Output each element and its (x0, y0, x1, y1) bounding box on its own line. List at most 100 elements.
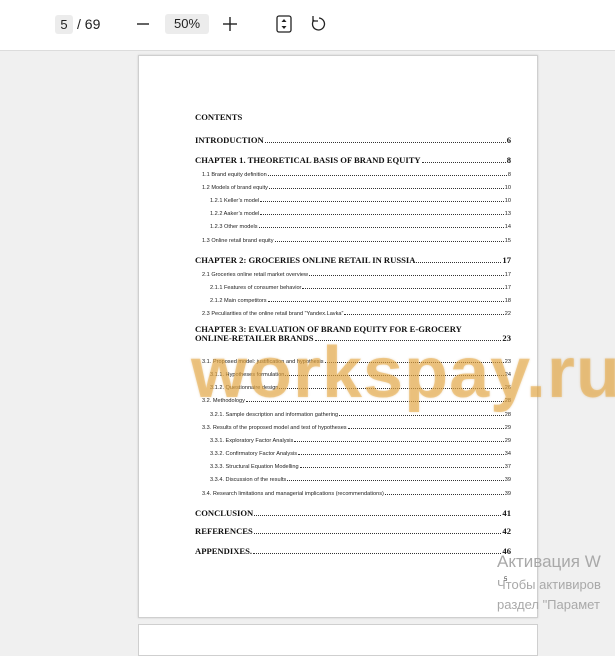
toc-entry-page: 28 (504, 412, 511, 418)
toc-entry-title: 3.3.3. Structural Equation Modelling (210, 464, 299, 470)
toc-entry-page: 8 (507, 172, 511, 178)
toc-leader-dots (302, 288, 504, 289)
toc-entry[interactable]: 3.3.4. Discussion of the results 39 (210, 477, 511, 483)
toc-entry-title: 3.2.1. Sample description and informatio… (210, 412, 339, 418)
toc-leader-dots (260, 214, 504, 215)
toc-entry[interactable]: 1.2 Models of brand equity 10 (202, 185, 511, 191)
toc-entry[interactable]: 3.3.1. Exploratory Factor Analysis 29 (210, 438, 511, 444)
toc-entry-page: 24 (504, 372, 511, 378)
zoom-level[interactable]: 50% (165, 14, 209, 34)
toc-entry-title: 2.1.1 Features of consumer behavior (210, 285, 302, 291)
toc-entry[interactable]: 3.1. Proposed model: justification and h… (202, 359, 511, 365)
toc-entry-title: 2.1 Groceries online retail market overv… (202, 272, 309, 278)
toc-leader-dots (267, 175, 507, 176)
toc-entry[interactable]: 1.2.1 Keller’s model 10 (210, 198, 511, 204)
toc-entry[interactable]: REFERENCES 42 (195, 526, 511, 536)
toc-entry-title: INTRODUCTION (195, 135, 264, 145)
toc-entry-page: 17 (502, 255, 511, 265)
toc-entry-page: 6 (506, 135, 511, 145)
toc-entry-title: 3.1. Proposed model: justification and h… (202, 359, 324, 365)
toc-entry-title: 3.1.1. Hypotheses formulation (210, 372, 285, 378)
toc-leader-dots (347, 428, 504, 429)
toc-entry-page: 26 (504, 385, 511, 391)
toc-entry-title: 1.2.2 Aaker’s model (210, 211, 260, 217)
toc-entry[interactable]: 3.1.1. Hypotheses formulation 24 (210, 372, 511, 378)
toc-leader-dots (274, 241, 504, 242)
toc-leader-dots (254, 515, 502, 516)
toc-leader-dots (309, 275, 504, 276)
toc-entry-page: 29 (504, 438, 511, 444)
minus-icon[interactable] (132, 13, 154, 35)
toc-entry[interactable]: 1.1 Brand equity definition 8 (202, 172, 511, 178)
toc-leader-dots (384, 494, 504, 495)
toc-leader-dots (268, 188, 504, 189)
toc-leader-dots (260, 201, 504, 202)
activation-line: раздел "Парамет (497, 597, 600, 612)
toc-entry[interactable]: 3.3.2. Confirmatory Factor Analysis 34 (210, 451, 511, 457)
toc-entry-title: CONCLUSION (195, 508, 254, 518)
toc-entry-title: 3.3.1. Exploratory Factor Analysis (210, 438, 294, 444)
toc-entry-title: CHAPTER 1. THEORETICAL BASIS OF BRAND EQ… (195, 155, 421, 165)
toc-entry-title: 3.3.2. Confirmatory Factor Analysis (210, 451, 298, 457)
toc-entry[interactable]: 2.1.1 Features of consumer behavior 17 (210, 285, 511, 291)
toc-entry-title: CHAPTER 2: GROCERIES ONLINE RETAIL IN RU… (195, 255, 416, 265)
page-number-input[interactable]: 5 (55, 15, 73, 34)
toc-entry[interactable]: APPENDIXES. 46 (195, 546, 511, 556)
plus-icon[interactable] (219, 13, 241, 35)
toc-entry[interactable]: 3.3. Results of the proposed model and t… (202, 425, 511, 431)
toc-entry-page: 22 (504, 311, 511, 317)
toc-entry-page: 14 (504, 224, 511, 230)
toc-leader-dots (287, 480, 504, 481)
toc-entry-page: 8 (506, 155, 511, 165)
toc-entry-title: 1.1 Brand equity definition (202, 172, 267, 178)
toc-entry[interactable]: INTRODUCTION 6 (195, 135, 511, 145)
toc-entry-page: 10 (504, 198, 511, 204)
toc-leader-dots (324, 362, 504, 363)
toc-entry-title: 1.2.3 Other models (210, 224, 258, 230)
toc-entry[interactable]: 1.2.2 Aaker’s model 13 (210, 211, 511, 217)
next-document-page (138, 624, 538, 656)
toc-entry[interactable]: 2.1.2 Main competitors 18 (210, 298, 511, 304)
toc-entry-page: 39 (504, 491, 511, 497)
toc-leader-dots (258, 227, 504, 228)
page-total: / 69 (77, 16, 101, 32)
toc-entry-title: 3.4. Research limitations and managerial… (202, 491, 384, 497)
toc-leader-dots (253, 553, 502, 554)
toc-entry-title: APPENDIXES. (195, 546, 253, 556)
toc-entry-title: 3.3. Results of the proposed model and t… (202, 425, 347, 431)
toc-entry-page: 17 (504, 285, 511, 291)
toc-entry-page: 23 (502, 333, 511, 343)
toc-entry[interactable]: 1.2.3 Other models 14 (210, 224, 511, 230)
toc-leader-dots (314, 340, 502, 341)
toc-entry-title: 2.1.2 Main competitors (210, 298, 267, 304)
toc-entry[interactable]: CHAPTER 2: GROCERIES ONLINE RETAIL IN RU… (195, 255, 511, 265)
toc-leader-dots (298, 454, 504, 455)
toc-entry[interactable]: CONCLUSION 41 (195, 508, 511, 518)
toc-entry-page: 13 (504, 211, 511, 217)
toc-entry[interactable]: 2.1 Groceries online retail market overv… (202, 272, 511, 278)
toc-entry[interactable]: 3.3.3. Structural Equation Modelling 37 (210, 464, 511, 470)
toc-entry[interactable]: 3.4. Research limitations and managerial… (202, 491, 511, 497)
toc-entry-page: 23 (504, 359, 511, 365)
toc-entry[interactable]: 3.1.2. Questionnaire design 26 (210, 385, 511, 391)
toc-leader-dots (421, 162, 506, 163)
toc-entry-page: 42 (502, 526, 511, 536)
toc-entry-title: 2.3 Peculiarities of the online retail b… (202, 311, 344, 317)
toc-leader-dots (245, 401, 504, 402)
fit-page-icon[interactable] (273, 13, 295, 35)
toc-entry[interactable]: ONLINE-RETAILER BRANDS 23 (195, 333, 511, 343)
toc-entry[interactable]: 3.2. Methodology 28 (202, 398, 511, 404)
toc-entry[interactable]: 3.2.1. Sample description and informatio… (210, 412, 511, 418)
toc-entry-title: 1.2 Models of brand equity (202, 185, 268, 191)
toc-entry[interactable]: CHAPTER 1. THEORETICAL BASIS OF BRAND EQ… (195, 155, 511, 165)
toc-entry[interactable]: 1.3 Online retail brand equity 15 (202, 238, 511, 244)
toc-entry[interactable]: 2.3 Peculiarities of the online retail b… (202, 311, 511, 317)
toc-entry-page: 10 (504, 185, 511, 191)
pdf-toolbar: 5 / 69 50% (0, 0, 615, 51)
toc-leader-dots (416, 262, 502, 263)
toc-leader-dots (267, 301, 504, 302)
toc-entry-title: ONLINE-RETAILER BRANDS (195, 333, 314, 343)
rotate-icon[interactable] (308, 13, 330, 35)
toc-leader-dots (344, 314, 504, 315)
toc-entry-title: 1.3 Online retail brand equity (202, 238, 274, 244)
